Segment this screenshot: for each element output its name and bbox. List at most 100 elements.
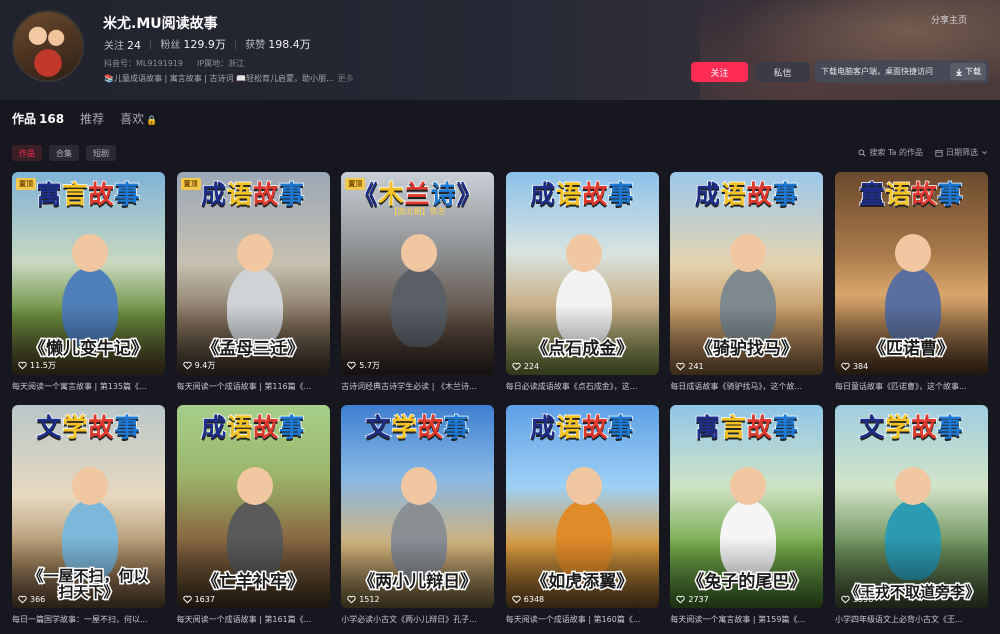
video-card[interactable]: 成语故事《如虎添翼》 6348 每天阅读一个成语故事 | 第160篇《... xyxy=(505,405,659,625)
video-thumbnail[interactable]: 成语故事 《骑驴找马》 241 xyxy=(670,172,824,375)
like-count: 6348 xyxy=(512,595,544,604)
video-thumbnail[interactable]: 寓言故事 置顶 《懒儿变牛记》 11.5万 xyxy=(12,172,165,375)
like-count: 5.7万 xyxy=(347,360,380,371)
video-card[interactable]: 寓言故事《兔子的尾巴》 2737 每天阅读一个寓言故事 | 第159篇《... xyxy=(670,405,824,625)
thumbnail-series-title: 寓言故事 xyxy=(694,412,799,443)
video-card[interactable]: 童语故事《匹诺曹》 384 每日童话故事《匹诺曹》，这个故事... xyxy=(834,172,988,392)
character-head xyxy=(72,467,108,505)
download-client-text: 下载电脑客户端，桌面快捷访问 xyxy=(821,67,933,76)
character-head xyxy=(565,467,602,505)
character-head xyxy=(236,234,273,272)
date-filter[interactable]: 日期筛选 xyxy=(935,147,988,158)
video-thumbnail[interactable]: 成语故事 置顶 《孟母三迁》 9.4万 xyxy=(176,172,330,375)
chip-short-dramas[interactable]: 短剧 xyxy=(86,145,116,161)
thumbnail-series-title: 童语故事 xyxy=(859,179,964,210)
grid-tools: 搜索 Ta 的作品 日期筛选 xyxy=(858,147,988,158)
video-description[interactable]: 每天阅读一个寓言故事 | 第135篇《... xyxy=(12,381,165,392)
video-description[interactable]: 每日童话故事《匹诺曹》，这个故事... xyxy=(835,381,988,392)
video-grid: 寓言故事 置顶 《懒儿变牛记》 11.5万每天阅读一个寓言故事 | 第135篇《...… xyxy=(12,172,988,625)
like-count: 224 xyxy=(512,362,539,371)
video-card[interactable]: 成语故事《点石成金》 224 每日必读成语故事《点石成金》，这... xyxy=(505,172,659,392)
chip-works[interactable]: 作品 xyxy=(12,145,42,161)
profile-name: 米尤.MU阅读故事 xyxy=(103,16,218,32)
like-count-value: 1637 xyxy=(194,595,215,604)
video-card[interactable]: 文学故事 《王戎不取道旁李》 3596 小学四年级语文上必背小古文《王... xyxy=(834,405,988,625)
pinned-badge: 置顶 xyxy=(345,178,366,190)
video-thumbnail[interactable]: 成语故事《如虎添翼》 6348 xyxy=(505,405,659,608)
following-stat[interactable]: 关注 24 xyxy=(104,37,141,52)
search-works[interactable]: 搜索 Ta 的作品 xyxy=(858,147,923,158)
like-count-value: 6348 xyxy=(523,595,545,604)
video-description[interactable]: 每日一篇国学故事：一屋不扫，何以... xyxy=(12,614,165,625)
video-thumbnail[interactable]: 成语故事《点石成金》 224 xyxy=(505,172,659,375)
video-card[interactable]: 文学故事 《两小儿辩日》 1512 小学必读小古文《两小儿辩日》孔子... xyxy=(341,405,495,625)
character-head xyxy=(236,467,273,505)
avatar[interactable] xyxy=(12,10,84,82)
like-count-value: 9.4万 xyxy=(194,361,216,370)
like-count: 1637 xyxy=(182,595,215,604)
like-count: 384 xyxy=(841,362,868,371)
ip-location: IP属地：浙江 xyxy=(197,59,245,68)
video-thumbnail[interactable]: 童语故事《匹诺曹》 384 xyxy=(834,172,988,375)
heart-icon xyxy=(676,362,686,371)
video-thumbnail[interactable]: 成语故事 《亡羊补牢》 1637 xyxy=(176,405,330,608)
video-thumbnail[interactable]: 文学故事 《一屋不扫，何以扫天下》 366 xyxy=(12,405,165,608)
tab-works[interactable]: 作品 168 xyxy=(12,110,64,127)
chip-collections[interactable]: 合集 xyxy=(49,145,79,161)
video-description[interactable]: 每天阅读一个成语故事 | 第161篇《... xyxy=(177,614,330,625)
video-description[interactable]: 每天阅读一个寓言故事 | 第159篇《... xyxy=(670,614,823,625)
like-count: 241 xyxy=(676,362,704,371)
video-description[interactable]: 小学四年级语文上必背小古文《王... xyxy=(835,614,988,625)
video-card[interactable]: 成语故事 《骑驴找马》 241 每日成语故事《骑驴找马》，这个故... xyxy=(670,172,824,392)
like-count-value: 2737 xyxy=(688,595,709,604)
thumbnail-series-title: 成语故事 xyxy=(694,179,799,210)
works-count: 168 xyxy=(39,112,65,126)
video-description[interactable]: 每日必读成语故事《点石成金》，这... xyxy=(506,381,659,392)
thumbnail-story-title: 《两小儿辩日》 xyxy=(357,571,479,593)
video-card[interactable]: 文学故事 《一屋不扫，何以扫天下》 366 每日一篇国学故事：一屋不扫，何以... xyxy=(12,405,165,625)
thumbnail-series-title: 文学故事 xyxy=(36,412,141,443)
douyin-id: 抖音号：ML9191919 xyxy=(104,59,183,68)
thumbnail-subtitle: 【南北朝】佚名 xyxy=(389,207,446,216)
like-count: 11.5万 xyxy=(18,360,56,371)
content-filter-chips: 作品 合集 短剧 xyxy=(12,145,116,161)
video-description[interactable]: 古诗词经典古诗学生必读 | 《木兰诗... xyxy=(341,381,494,392)
video-thumbnail[interactable]: 寓言故事《兔子的尾巴》 2737 xyxy=(670,405,824,608)
video-card[interactable]: 寓言故事 置顶 《懒儿变牛记》 11.5万每天阅读一个寓言故事 | 第135篇《... xyxy=(12,172,165,392)
share-profile-link[interactable]: 分享主页 xyxy=(931,13,967,26)
followers-stat[interactable]: 粉丝 129.9万 xyxy=(160,36,226,52)
tab-liked[interactable]: 喜欢 🔒 xyxy=(120,110,157,127)
character-head xyxy=(401,467,438,505)
video-description[interactable]: 每日成语故事《骑驴找马》，这个故... xyxy=(670,381,823,392)
thumbnail-series-title: 成语故事 xyxy=(529,412,635,443)
thumbnail-series-title: 成语故事 xyxy=(200,412,306,443)
download-button[interactable]: 下载 xyxy=(950,63,986,80)
video-thumbnail[interactable]: 《木兰诗》 置顶 【南北朝】佚名 5.7万 xyxy=(341,172,495,375)
video-card[interactable]: 成语故事 《亡羊补牢》 1637 每天阅读一个成语故事 | 第161篇《... xyxy=(176,405,330,625)
thumbnail-story-title: 《匹诺曹》 xyxy=(867,338,955,360)
like-count-value: 241 xyxy=(688,362,704,371)
video-description[interactable]: 每天阅读一个成语故事 | 第160篇《... xyxy=(506,614,659,625)
video-card[interactable]: 《木兰诗》 置顶 【南北朝】佚名 5.7万 古诗词经典古诗学生必读 | 《木兰诗... xyxy=(341,172,495,392)
profile-bio: 📚儿童成语故事 | 寓言故事 | 古诗词 📖轻松育儿启蒙，助小朋... 更多 xyxy=(104,74,354,83)
bio-more-link[interactable]: 更多 xyxy=(338,74,354,83)
video-thumbnail[interactable]: 文学故事 《王戎不取道旁李》 3596 xyxy=(834,405,988,608)
character-head xyxy=(401,234,438,272)
video-description[interactable]: 每天阅读一个成语故事 | 第116篇《... xyxy=(177,381,330,392)
like-count-value: 3596 xyxy=(852,595,874,604)
follow-button[interactable]: 关注 xyxy=(691,62,748,82)
video-thumbnail[interactable]: 文学故事 《两小儿辩日》 1512 xyxy=(341,405,495,608)
thumbnail-series-title: 文学故事 xyxy=(365,412,470,443)
like-count: 366 xyxy=(18,595,45,604)
thumbnail-story-title: 《兔子的尾巴》 xyxy=(686,571,808,593)
video-card[interactable]: 成语故事 置顶 《孟母三迁》 9.4万每天阅读一个成语故事 | 第116篇《... xyxy=(176,172,330,392)
tab-recommended[interactable]: 推荐 xyxy=(80,110,104,127)
video-description[interactable]: 小学必读小古文《两小儿辩日》孔子... xyxy=(341,614,494,625)
lock-icon: 🔒 xyxy=(146,116,158,126)
thumbnail-series-title: 成语故事 xyxy=(529,179,635,210)
thumbnail-story-title: 《点石成金》 xyxy=(530,338,635,360)
message-button[interactable]: 私信 xyxy=(755,62,810,82)
thumbnail-story-title: 《如虎添翼》 xyxy=(530,571,635,593)
heart-icon xyxy=(841,595,850,604)
profile-tabs: 作品 168 推荐 喜欢 🔒 xyxy=(12,110,157,127)
